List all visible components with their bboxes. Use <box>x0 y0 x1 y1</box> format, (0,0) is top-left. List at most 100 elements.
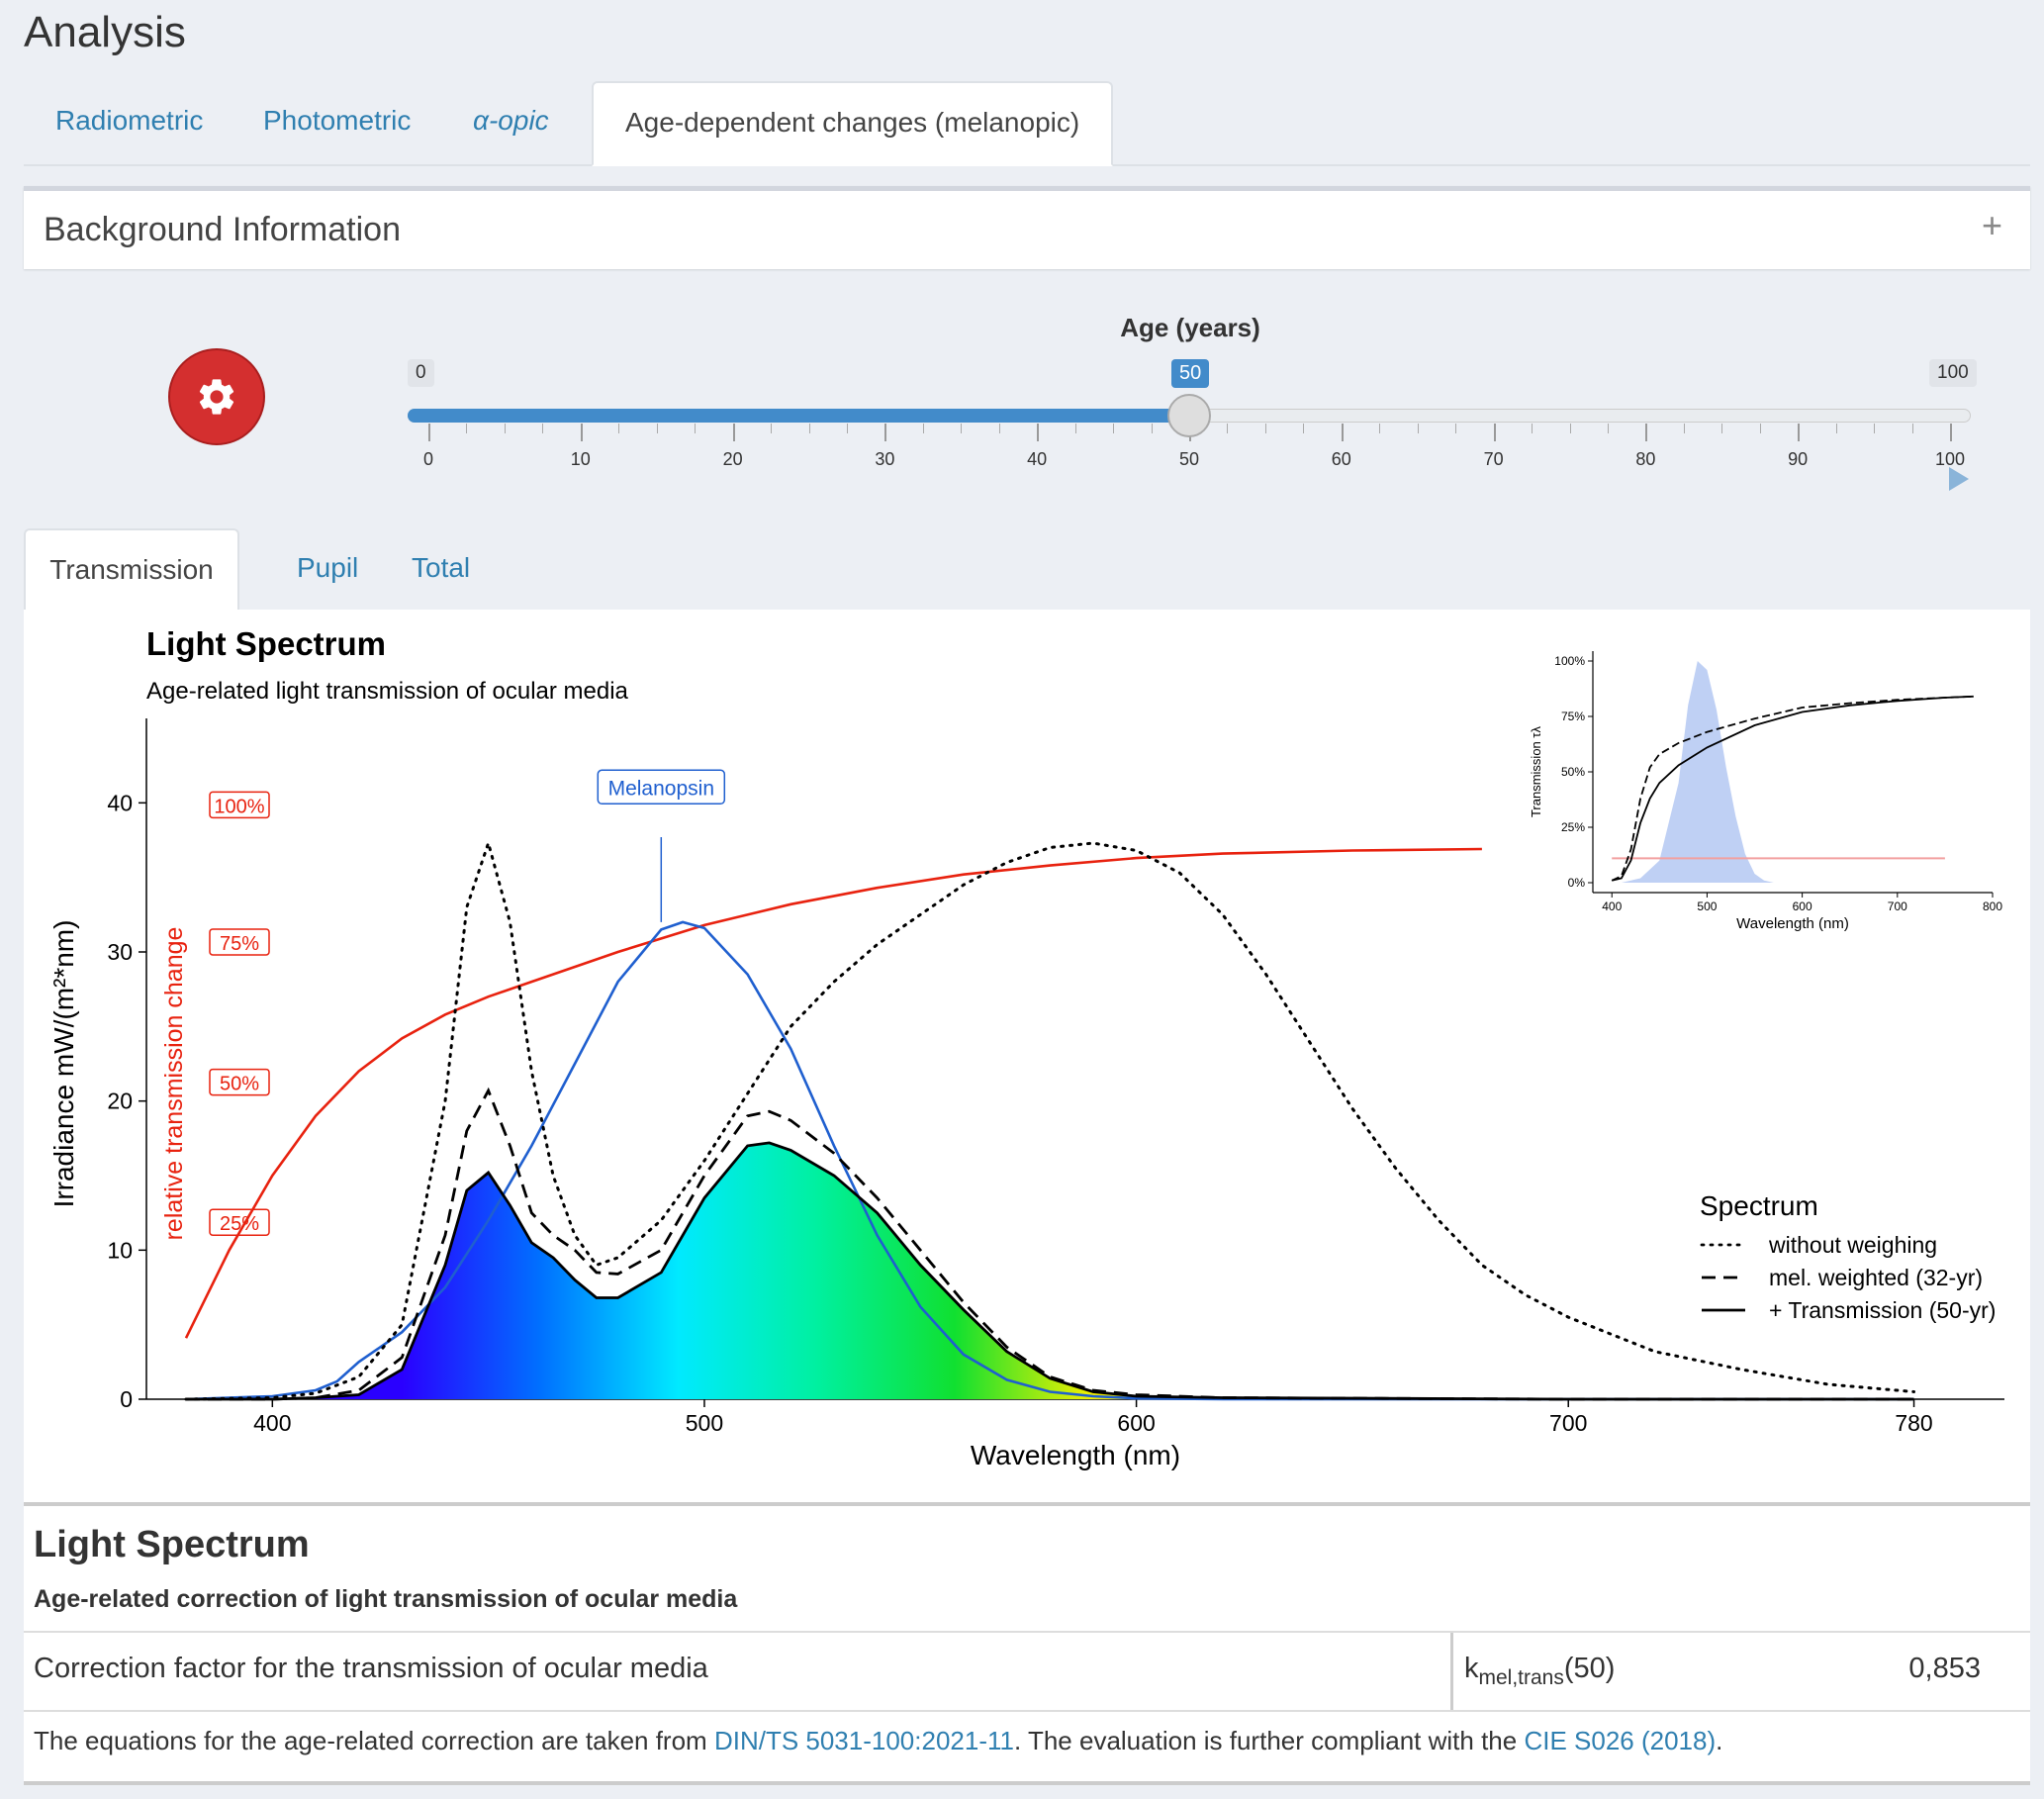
pct-label: 75% <box>220 933 259 955</box>
correction-factor-label: Correction factor for the transmission o… <box>34 1653 708 1684</box>
gear-icon <box>199 379 234 415</box>
legend-item-label: mel. weighted (32-yr) <box>1769 1265 1983 1290</box>
slider-min-label: 0 <box>408 359 434 387</box>
slider-minor-tick <box>618 424 620 433</box>
tab-age-dependent[interactable]: Age-dependent changes (melanopic) <box>592 81 1114 166</box>
x-tick-label: 500 <box>686 1410 723 1436</box>
slider-major-tick <box>1645 424 1648 441</box>
slider-tick-label: 90 <box>1788 449 1809 469</box>
main-tabbar: Radiometric Photometric α-opic Age-depen… <box>24 81 2030 166</box>
result-box: Light Spectrum Age-related correction of… <box>24 1502 2030 1785</box>
tab-alpha-opic[interactable]: α-opic <box>441 81 581 162</box>
slider-minor-tick <box>1759 424 1761 433</box>
y-tick-label: 10 <box>107 1237 133 1263</box>
inset-x-label: Wavelength (nm) <box>1736 915 1849 932</box>
y-tick-label: 0 <box>120 1386 133 1412</box>
slider-minor-tick <box>1835 424 1837 433</box>
slider-major-tick <box>1950 424 1952 441</box>
inset-y-tick-label: 75% <box>1561 710 1585 723</box>
correction-factor-value: 0,853 <box>1908 1653 1981 1684</box>
melanopsin-label: Melanopsin <box>608 777 714 800</box>
inset-y-label: Transmission τλ <box>1529 725 1543 817</box>
inset-background <box>1528 635 2012 962</box>
y-tick-label: 20 <box>107 1089 133 1114</box>
pct-label: 100% <box>214 796 264 817</box>
inset-y-tick-label: 100% <box>1554 654 1585 668</box>
legend-item-label: + Transmission (50-yr) <box>1769 1297 1996 1323</box>
slider-tick-label: 80 <box>1635 449 1656 469</box>
slider-value-label: 50 <box>1171 359 1210 388</box>
slider-major-tick <box>1798 424 1801 441</box>
age-slider-fill <box>408 409 1189 423</box>
x-tick-label: 600 <box>1117 1410 1155 1436</box>
slider-minor-tick <box>1607 424 1609 433</box>
background-info-panel[interactable]: Background Information + <box>24 186 2030 269</box>
slider-minor-tick <box>1569 424 1571 433</box>
slider-minor-tick <box>961 424 963 433</box>
slider-tick-label: 30 <box>875 449 895 469</box>
symbol-base: k <box>1464 1653 1479 1684</box>
note-text-3: . <box>1716 1726 1723 1755</box>
slider-major-tick <box>884 424 887 441</box>
inset-x-tick-label: 400 <box>1602 900 1622 913</box>
slider-minor-tick <box>922 424 924 433</box>
age-slider-label: Age (years) <box>1120 313 1260 342</box>
slider-minor-tick <box>998 424 1000 433</box>
slider-minor-tick <box>846 424 848 433</box>
slider-tick-label: 20 <box>722 449 743 469</box>
slider-major-tick <box>580 424 583 441</box>
cie-s026-link[interactable]: CIE S026 (2018) <box>1524 1726 1716 1755</box>
age-slider-handle[interactable] <box>1167 394 1211 437</box>
slider-minor-tick <box>1874 424 1876 433</box>
slider-tick-label: 50 <box>1178 449 1200 469</box>
slider-minor-tick <box>1379 424 1381 433</box>
background-info-title: Background Information <box>44 211 401 248</box>
x-tick-label: 400 <box>253 1410 291 1436</box>
x-tick-label: 700 <box>1549 1410 1587 1436</box>
tab-radiometric[interactable]: Radiometric <box>24 81 234 162</box>
expand-icon[interactable]: + <box>1982 205 2002 246</box>
din-ts-link[interactable]: DIN/TS 5031-100:2021-11 <box>714 1726 1014 1755</box>
slider-minor-tick <box>1113 424 1115 433</box>
result-subtitle: Age-related correction of light transmis… <box>34 1585 738 1613</box>
slider-minor-tick <box>466 424 468 433</box>
chart-subtitle: Age-related light transmission of ocular… <box>146 678 629 705</box>
slider-minor-tick <box>1303 424 1305 433</box>
play-icon[interactable] <box>1949 467 1969 491</box>
slider-major-tick <box>1341 424 1344 441</box>
slider-minor-tick <box>695 424 697 433</box>
note-text-1: The equations for the age-related correc… <box>34 1726 714 1755</box>
slider-minor-tick <box>1417 424 1419 433</box>
x-tick-label: 780 <box>1895 1410 1932 1436</box>
settings-button[interactable] <box>168 348 265 445</box>
inset-y-tick-label: 50% <box>1561 765 1585 779</box>
inset-x-tick-label: 700 <box>1888 900 1907 913</box>
y-tick-label: 40 <box>107 790 133 815</box>
tab-transmission[interactable]: Transmission <box>24 528 239 614</box>
tab-photometric[interactable]: Photometric <box>232 81 442 162</box>
slider-tick-label: 70 <box>1483 449 1504 469</box>
symbol-argument: (50) <box>1563 1653 1616 1684</box>
slider-minor-tick <box>1683 424 1685 433</box>
slider-minor-tick <box>1532 424 1533 433</box>
source-note: The equations for the age-related correc… <box>34 1726 1722 1756</box>
slider-minor-tick <box>1151 424 1153 433</box>
slider-major-tick <box>1493 424 1496 441</box>
slider-minor-tick <box>1264 424 1266 433</box>
slider-tick-label: 40 <box>1027 449 1048 469</box>
column-divider <box>1450 1633 1453 1710</box>
result-title: Light Spectrum <box>34 1524 310 1565</box>
inset-x-tick-label: 500 <box>1697 900 1717 913</box>
tab-total[interactable]: Total <box>380 528 502 610</box>
tab-pupil[interactable]: Pupil <box>265 528 390 610</box>
symbol-subscript: mel,trans <box>1478 1665 1564 1689</box>
slider-tick-label: 60 <box>1331 449 1351 469</box>
inset-x-tick-label: 800 <box>1983 900 2002 913</box>
slider-major-tick <box>428 424 430 441</box>
slider-minor-tick <box>656 424 658 433</box>
slider-minor-tick <box>1455 424 1457 433</box>
legend-title: Spectrum <box>1700 1190 1818 1221</box>
slider-minor-tick <box>1911 424 1913 433</box>
correction-factor-symbol: kmel,trans(50) <box>1464 1653 1615 1690</box>
slider-minor-tick <box>542 424 544 433</box>
